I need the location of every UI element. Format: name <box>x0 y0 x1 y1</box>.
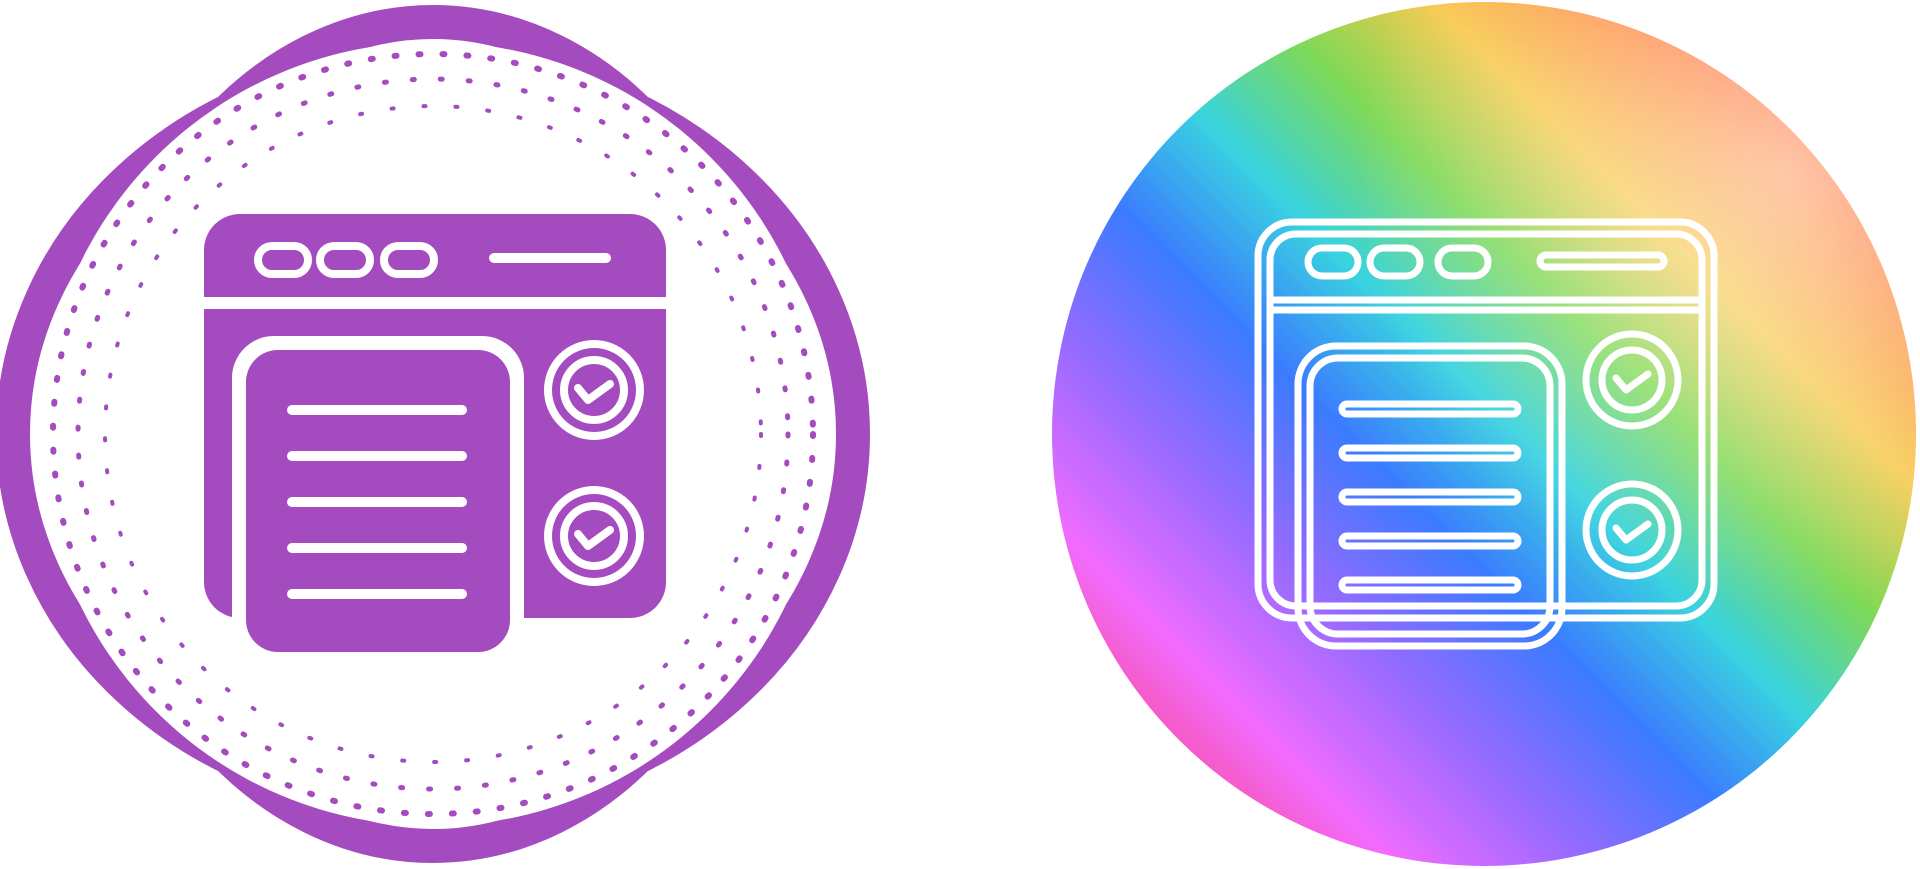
line-icon-variant <box>1052 2 1916 866</box>
document-icon <box>232 336 524 666</box>
glyph-icon-variant <box>0 5 870 863</box>
browser-window-icon <box>204 214 666 666</box>
icon-canvas <box>0 2 1916 866</box>
